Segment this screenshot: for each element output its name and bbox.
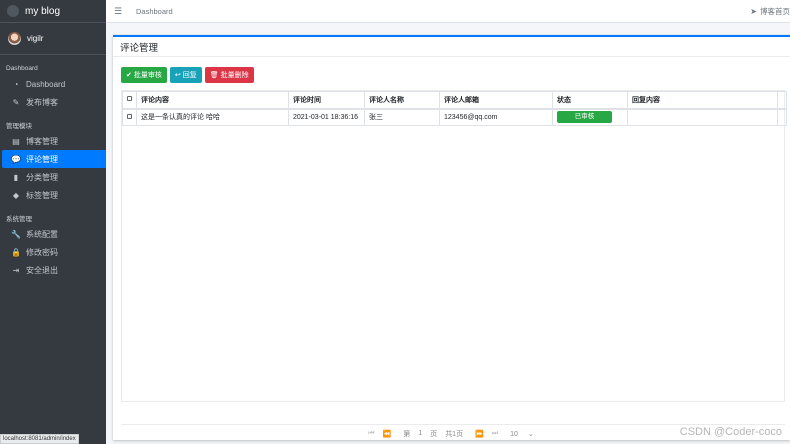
- sidebar-item-label: 分类管理: [26, 172, 58, 182]
- row-checkbox[interactable]: [127, 113, 132, 119]
- comment-table-container: 评论内容 评论时间 评论人名称 评论人邮箱 状态 回复内容 这是一条认真的评论 …: [121, 90, 787, 402]
- nav-header-dashboard: Dashboard: [6, 64, 38, 72]
- batch-approve-label: 批量审核: [133, 72, 162, 79]
- sidebar-item-label: 安全退出: [26, 265, 58, 275]
- wrench-icon: 🔧: [11, 229, 21, 239]
- page-size-value: 10: [510, 430, 518, 438]
- prev-page-icon[interactable]: ⏪: [383, 430, 392, 438]
- column-header-name[interactable]: 评论人名称: [364, 91, 440, 110]
- avatar: [8, 32, 21, 45]
- column-header-status[interactable]: 状态: [552, 91, 628, 110]
- page-suffix: 页: [430, 430, 438, 438]
- total-pages: 共1页: [445, 430, 464, 438]
- blog-home-label: 博客首页: [760, 6, 790, 16]
- sidebar-item-label: 修改密码: [26, 247, 58, 257]
- sign-out-icon: ⇥: [12, 265, 20, 275]
- comment-card: 评论管理 ✔ 批量审核 ↩ 回复 🗑 批量删除 评论内容 评论时间 评论人名称 …: [113, 35, 790, 440]
- sidebar-item-label: 博客管理: [26, 136, 58, 146]
- brand-logo-icon: [7, 5, 19, 17]
- lock-icon: 🔒: [11, 247, 21, 257]
- brand-title: my blog: [25, 5, 61, 17]
- sidebar-item-label: 评论管理: [26, 154, 58, 164]
- sidebar-item-label: 标签管理: [26, 190, 58, 200]
- comment-content: 这是一条认真的评论 哈哈: [136, 108, 289, 126]
- page-prefix: 第: [403, 430, 411, 438]
- sidebar-item-label: 系统配置: [26, 229, 58, 239]
- sidebar-item-blog-management[interactable]: ▤ 博客管理: [2, 132, 104, 150]
- nav-header-management: 管理模块: [6, 123, 32, 130]
- sidebar-item-system-config[interactable]: 🔧 系统配置: [2, 225, 104, 243]
- trash-icon: 🗑: [209, 72, 219, 79]
- sidebar-item-publish-blog[interactable]: ✎ 发布博客: [2, 93, 104, 111]
- sidebar-item-tag-management[interactable]: ◆ 标签管理: [2, 186, 104, 204]
- reply-button[interactable]: ↩ 回复: [169, 67, 202, 83]
- page-size-select[interactable]: 10 ⌄: [506, 430, 538, 438]
- column-header-filler: [777, 91, 787, 110]
- brand[interactable]: my blog: [0, 0, 106, 23]
- list-icon: ▤: [12, 136, 20, 146]
- status-bar-url: localhost:8081/admin/index: [0, 434, 79, 444]
- first-page-icon[interactable]: ⏮: [368, 430, 374, 438]
- status-cell: 已审核: [552, 108, 628, 126]
- row-filler: [777, 108, 787, 126]
- toolbar: ✔ 批量审核 ↩ 回复 🗑 批量删除: [121, 67, 254, 83]
- table-row[interactable]: 这是一条认真的评论 哈哈 2021-03-01 18:36:16 张三 1234…: [122, 108, 787, 126]
- user-panel[interactable]: vigilr: [0, 23, 106, 55]
- paper-plane-icon: ➤: [750, 6, 757, 16]
- batch-approve-button[interactable]: ✔ 批量审核: [121, 67, 167, 83]
- status-badge[interactable]: 已审核: [557, 111, 612, 124]
- check-icon: ✔: [126, 72, 132, 79]
- reply-label: 回复: [182, 72, 197, 79]
- page-title: 评论管理: [113, 37, 790, 57]
- sidebar-item-dashboard[interactable]: ◔ Dashboard: [2, 75, 104, 93]
- column-header-content[interactable]: 评论内容: [136, 91, 289, 110]
- sidebar-item-comment-management[interactable]: 💬 评论管理: [2, 150, 106, 168]
- reply-content: [627, 108, 778, 126]
- select-all-checkbox[interactable]: [127, 96, 132, 102]
- comment-table: 评论内容 评论时间 评论人名称 评论人邮箱 状态 回复内容 这是一条认真的评论 …: [122, 91, 787, 126]
- commenter-email: 123456@qq.com: [439, 108, 553, 126]
- table-header-row: 评论内容 评论时间 评论人名称 评论人邮箱 状态 回复内容: [122, 91, 787, 110]
- bookmark-icon: ▮: [13, 172, 19, 182]
- last-page-icon[interactable]: ⏭: [492, 430, 498, 438]
- page-input[interactable]: 1: [418, 430, 422, 437]
- menu-toggle-icon[interactable]: ☰: [114, 6, 130, 17]
- watermark: CSDN @Coder-coco: [679, 426, 782, 438]
- comments-icon: 💬: [11, 154, 21, 164]
- select-all-cell[interactable]: [122, 91, 137, 110]
- sidebar: my blog vigilr Dashboard ◔ Dashboard ✎ 发…: [0, 0, 106, 444]
- chevron-down-icon: ⌄: [527, 430, 534, 438]
- next-page-icon[interactable]: ⏩: [475, 430, 484, 438]
- column-header-time[interactable]: 评论时间: [288, 91, 365, 110]
- row-select-cell[interactable]: [122, 108, 137, 126]
- reply-icon: ↩: [174, 72, 181, 79]
- sidebar-item-label: Dashboard: [26, 79, 66, 89]
- edit-icon: ✎: [12, 97, 20, 107]
- batch-delete-label: 批量删除: [220, 72, 249, 79]
- comment-time: 2021-03-01 18:36:16: [288, 108, 365, 126]
- main-content: 评论管理 ✔ 批量审核 ↩ 回复 🗑 批量删除 评论内容 评论时间 评论人名称 …: [106, 23, 790, 444]
- column-header-reply[interactable]: 回复内容: [627, 91, 778, 110]
- column-header-email[interactable]: 评论人邮箱: [439, 91, 553, 110]
- top-navbar: ☰ Dashboard ➤ 博客首页: [106, 0, 790, 23]
- sidebar-item-logout[interactable]: ⇥ 安全退出: [2, 261, 104, 279]
- breadcrumb[interactable]: Dashboard: [136, 7, 173, 16]
- sidebar-item-category-management[interactable]: ▮ 分类管理: [2, 168, 104, 186]
- sidebar-item-change-password[interactable]: 🔒 修改密码: [2, 243, 104, 261]
- blog-home-link[interactable]: ➤ 博客首页: [750, 6, 790, 17]
- sidebar-item-label: 发布博客: [26, 97, 58, 107]
- dashboard-icon: ◔: [13, 79, 19, 89]
- tags-icon: ◆: [12, 190, 20, 200]
- nav-header-system: 系统管理: [6, 216, 32, 223]
- commenter-name: 张三: [364, 108, 440, 126]
- batch-delete-button[interactable]: 🗑 批量删除: [204, 67, 254, 83]
- user-name: vigilr: [27, 34, 44, 43]
